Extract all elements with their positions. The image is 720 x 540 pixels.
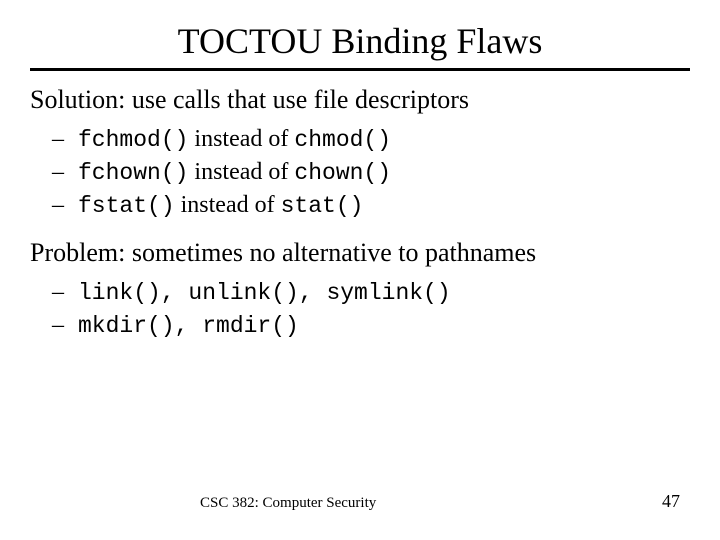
func-new: fstat() [78, 193, 175, 219]
list-item: mkdir(), rmdir() [78, 309, 690, 342]
footer-course: CSC 382: Computer Security [200, 495, 376, 512]
instead-of: instead of [188, 126, 294, 152]
solution-list: fchmod() instead of chmod() fchown() ins… [30, 123, 690, 222]
footer-page-number: 47 [662, 491, 680, 512]
title-underline [30, 68, 690, 71]
problem-heading: Problem: sometimes no alternative to pat… [30, 238, 690, 268]
list-item: fchmod() instead of chmod() [78, 123, 690, 156]
func-new: fchown() [78, 160, 188, 186]
instead-of: instead of [175, 192, 281, 218]
func-list: link(), unlink(), symlink() [78, 280, 451, 306]
list-item: fstat() instead of stat() [78, 189, 690, 222]
instead-of: instead of [188, 159, 294, 185]
problem-list: link(), unlink(), symlink() mkdir(), rmd… [30, 276, 690, 342]
footer: CSC 382: Computer Security 47 [0, 491, 720, 512]
solution-heading: Solution: use calls that use file descri… [30, 85, 690, 115]
list-item: link(), unlink(), symlink() [78, 276, 690, 309]
func-list: mkdir(), rmdir() [78, 313, 299, 339]
func-old: stat() [281, 193, 364, 219]
slide-title: TOCTOU Binding Flaws [30, 20, 690, 62]
func-new: fchmod() [78, 127, 188, 153]
list-item: fchown() instead of chown() [78, 156, 690, 189]
func-old: chown() [294, 160, 391, 186]
func-old: chmod() [294, 127, 391, 153]
